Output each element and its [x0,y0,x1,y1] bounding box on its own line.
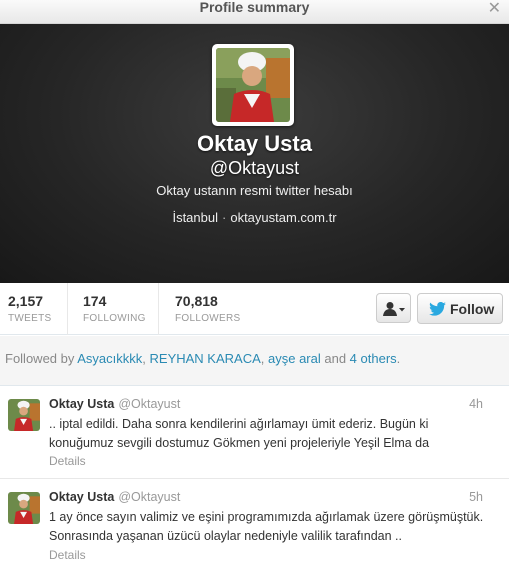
profile-location-line: İstanbul · oktayustam.com.tr [0,210,509,225]
followed-by-suffix: . [396,351,401,366]
twitter-bird-icon [429,302,446,316]
stat-followers-label: FOLLOWERS [175,313,241,324]
follow-button[interactable]: Follow [417,293,503,324]
followed-by-bar: Followed by Asyacıkkkk, REYHAN KARACA, a… [0,336,509,386]
tweet-header: Oktay Usta @Oktayust [49,397,180,411]
window-title: Profile summary [199,0,310,15]
profile-location: İstanbul [172,210,218,225]
follower-link[interactable]: ayşe aral [268,351,321,366]
others-link[interactable]: 4 others [350,351,397,366]
tweet-author-handle[interactable]: @Oktayust [118,490,180,504]
stat-divider [158,283,159,335]
tweet-author-handle[interactable]: @Oktayust [118,397,180,411]
window-titlebar: Profile summary ✕ [0,0,509,24]
tweet-author-name[interactable]: Oktay Usta [49,490,114,504]
tweet-details-link[interactable]: Details [49,548,86,562]
user-actions-menu-button[interactable] [376,293,411,323]
close-icon[interactable]: ✕ [488,0,501,18]
chef-avatar-icon [216,48,290,122]
follow-button-label: Follow [450,301,495,317]
profile-fullname: Oktay Usta [197,131,312,156]
stat-followers[interactable]: 70,818 FOLLOWERS [175,283,241,335]
tweet-item[interactable]: Oktay Usta @Oktayust 4h .. iptal edildi. … [0,387,509,479]
profile-screen-name: @Oktayust [209,158,300,178]
stat-divider [67,283,68,335]
separator-dot: · [222,210,227,225]
stat-followers-count: 70,818 [175,293,218,309]
stat-tweets-count: 2,157 [8,293,44,309]
chef-avatar-icon [8,492,40,524]
tweet-avatar[interactable] [8,399,40,431]
stat-following-label: FOLLOWING [83,313,146,324]
stat-following-count: 174 [83,293,107,309]
tweet-timestamp[interactable]: 4h [469,397,483,411]
follower-link[interactable]: Asyacıkkkk [77,351,142,366]
user-dropdown-icon [383,302,405,316]
tweet-details-link[interactable]: Details [49,454,86,468]
followed-by-prefix: Followed by [5,351,78,366]
and-text: and [320,351,350,366]
tweet-timestamp[interactable]: 5h [469,490,483,504]
tweet-author-name[interactable]: Oktay Usta [49,397,114,411]
profile-url-link[interactable]: oktayustam.com.tr [230,210,336,225]
tweet-item[interactable]: Oktay Usta @Oktayust 5h 1 ay önce sayın v… [0,480,509,569]
list-separator: , [260,351,268,366]
chef-avatar-icon [8,399,40,431]
follower-link[interactable]: REYHAN KARACA [150,351,261,366]
tweet-avatar[interactable] [8,492,40,524]
list-separator: , [142,351,150,366]
stat-following[interactable]: 174 FOLLOWING [83,283,146,335]
profile-bio: Oktay ustanın resmi twitter hesabı [156,183,353,198]
profile-avatar[interactable] [212,44,294,126]
profile-header: Oktay Usta @Oktayust Oktay ustanın resmi… [0,24,509,283]
stat-tweets[interactable]: 2,157 TWEETS [8,283,51,335]
tweet-text: .. iptal edildi. Daha sonra kendilerini … [49,417,430,450]
tweet-text: 1 ay önce sayın valimiz ve eşini program… [49,510,484,543]
stat-tweets-label: TWEETS [8,313,52,324]
tweet-header: Oktay Usta @Oktayust [49,490,180,504]
